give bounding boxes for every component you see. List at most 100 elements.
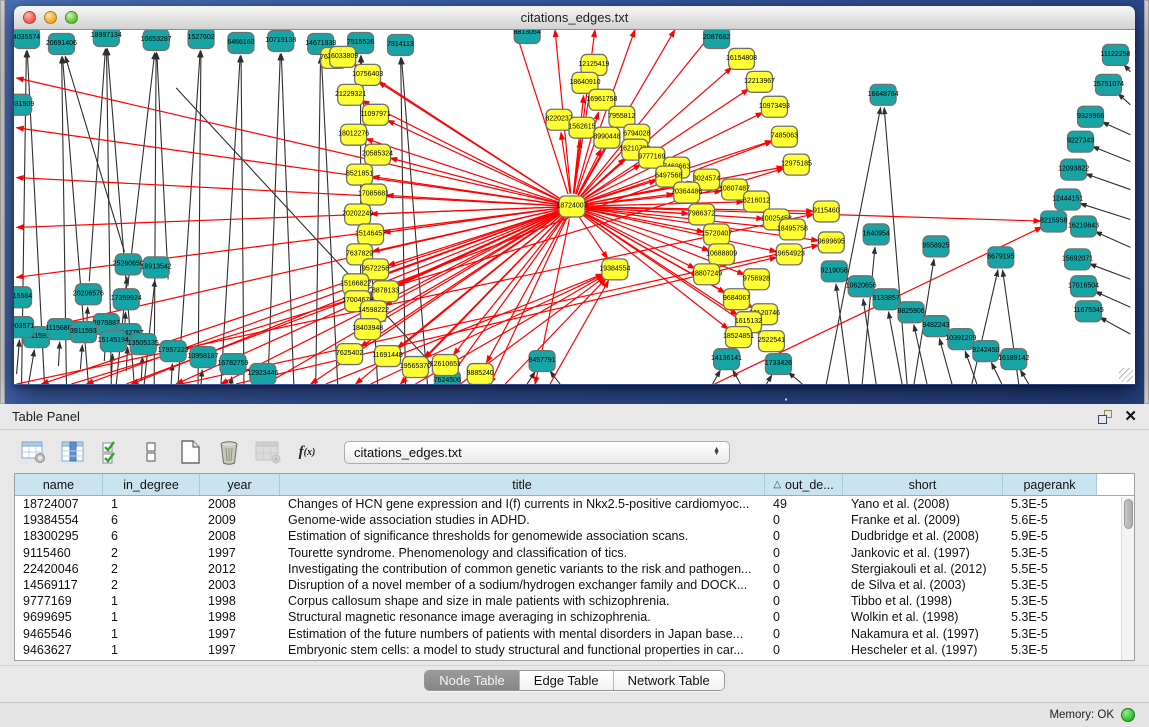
network-node[interactable]: 12975185 bbox=[781, 154, 812, 175]
table-cell[interactable]: 5.3E-5 bbox=[1003, 593, 1097, 609]
network-node[interactable]: 18524851 bbox=[723, 327, 754, 348]
select-all-icon[interactable] bbox=[98, 439, 126, 465]
network-node[interactable]: 12093822 bbox=[1058, 159, 1089, 180]
network-node[interactable]: 17085681 bbox=[358, 184, 389, 205]
network-node[interactable]: 5903571 bbox=[14, 317, 34, 338]
network-node[interactable]: 16648784 bbox=[868, 84, 899, 105]
table-cell[interactable]: 1998 bbox=[200, 609, 280, 625]
table-selector-dropdown[interactable]: citations_edges.txt ▲▼ bbox=[344, 441, 730, 464]
table-cell[interactable]: 1 bbox=[103, 609, 200, 625]
column-header-in_degree[interactable]: in_degree bbox=[103, 474, 200, 495]
table-cell[interactable]: Yano et al. (2008) bbox=[843, 496, 1003, 512]
network-node[interactable]: 3915584 bbox=[14, 287, 32, 308]
network-edge[interactable] bbox=[89, 49, 105, 281]
table-cell[interactable]: 5.3E-5 bbox=[1003, 577, 1097, 593]
network-node[interactable]: 6466160 bbox=[227, 32, 254, 53]
table-cell[interactable]: Stergiakouli et al. (2012) bbox=[843, 561, 1003, 577]
network-node[interactable]: 15692071 bbox=[1062, 249, 1093, 270]
table-cell[interactable]: 0 bbox=[765, 512, 843, 528]
table-cell[interactable]: 5.3E-5 bbox=[1003, 626, 1097, 642]
tab-node-table[interactable]: Node Table bbox=[425, 671, 520, 690]
network-edge[interactable] bbox=[991, 363, 1001, 384]
column-header-title[interactable]: title bbox=[280, 474, 765, 495]
table-cell[interactable]: Disruption of a novel member of a sodium… bbox=[280, 577, 765, 593]
network-node[interactable]: 17016504 bbox=[1068, 276, 1099, 297]
network-edge[interactable] bbox=[1100, 317, 1131, 334]
table-row[interactable]: 1938455462009Genome-wide association stu… bbox=[15, 512, 1134, 528]
table-cell[interactable]: 18724007 bbox=[15, 496, 103, 512]
network-node[interactable]: 9242450 bbox=[972, 341, 999, 362]
network-node[interactable]: 26031509 bbox=[14, 94, 34, 115]
network-edge[interactable] bbox=[29, 350, 35, 384]
network-node[interactable]: 20691406 bbox=[46, 33, 77, 54]
network-edge[interactable] bbox=[17, 340, 20, 374]
table-cell[interactable]: 0 bbox=[765, 609, 843, 625]
table-cell[interactable]: 19384554 bbox=[15, 512, 103, 528]
split-pane-divider-handle[interactable]: ▪ bbox=[780, 396, 792, 404]
table-cell[interactable]: Corpus callosum shape and size in male p… bbox=[280, 593, 765, 609]
network-node[interactable]: 20364486 bbox=[671, 182, 702, 203]
network-edge[interactable] bbox=[585, 209, 704, 232]
network-node[interactable]: 15145194 bbox=[98, 331, 129, 352]
network-node[interactable]: 2087682 bbox=[703, 30, 730, 48]
table-cell[interactable]: Changes of HCN gene expression and I(f) … bbox=[280, 496, 765, 512]
network-canvas-svg[interactable]: 4035574206914061899713410653287152760264… bbox=[14, 30, 1133, 384]
network-node[interactable]: 7625402 bbox=[336, 344, 363, 365]
table-cell[interactable]: 18300295 bbox=[15, 528, 103, 544]
table-cell[interactable]: 0 bbox=[765, 545, 843, 561]
table-scrollbar[interactable] bbox=[1121, 497, 1134, 660]
network-node[interactable]: 3911593 bbox=[70, 322, 97, 343]
table-cell[interactable]: Dudbridge et al. (2008) bbox=[843, 528, 1003, 544]
network-node[interactable]: 11675345 bbox=[1073, 301, 1104, 322]
network-node[interactable]: 19565370 bbox=[400, 357, 431, 378]
table-cell[interactable]: 9463627 bbox=[15, 642, 103, 658]
network-node[interactable]: 1640954 bbox=[863, 224, 890, 245]
network-node[interactable]: 10688809 bbox=[706, 244, 737, 265]
network-node[interactable]: 12213967 bbox=[744, 71, 775, 92]
network-node[interactable]: 15720407 bbox=[701, 224, 732, 245]
table-row[interactable]: 911546021997Tourette syndrome. Phenomeno… bbox=[15, 545, 1134, 561]
network-node[interactable]: 7814113 bbox=[387, 34, 414, 55]
network-node[interactable]: 9885240 bbox=[467, 364, 494, 384]
network-edge[interactable] bbox=[1086, 174, 1131, 190]
table-cell[interactable]: 2008 bbox=[200, 528, 280, 544]
network-node[interactable]: 8521851 bbox=[346, 164, 373, 185]
network-node[interactable]: 10719138 bbox=[265, 30, 296, 51]
network-node[interactable]: 10958187 bbox=[188, 347, 219, 368]
network-canvas[interactable]: 4035574206914061899713410653287152760264… bbox=[14, 30, 1135, 384]
table-cell[interactable]: 2003 bbox=[200, 577, 280, 593]
network-node[interactable]: 9219058 bbox=[821, 261, 848, 282]
network-node[interactable]: 9482243 bbox=[922, 316, 949, 337]
table-cell[interactable]: 2008 bbox=[200, 496, 280, 512]
network-node[interactable]: 10620656 bbox=[846, 276, 877, 297]
table-settings-icon[interactable] bbox=[20, 439, 48, 465]
table-cell[interactable]: 9699695 bbox=[15, 609, 103, 625]
network-node[interactable]: 9699695 bbox=[818, 232, 845, 253]
table-cell[interactable]: 1 bbox=[103, 496, 200, 512]
network-edge[interactable] bbox=[268, 54, 280, 384]
network-node[interactable]: 16210643 bbox=[1068, 216, 1099, 237]
network-node[interactable]: 9227343 bbox=[1067, 131, 1094, 152]
network-edge[interactable] bbox=[788, 372, 802, 384]
table-cell[interactable]: 6 bbox=[103, 528, 200, 544]
table-row[interactable]: 946554611997Estimation of the future num… bbox=[15, 626, 1134, 642]
table-cell[interactable]: 0 bbox=[765, 528, 843, 544]
network-edge[interactable] bbox=[390, 158, 559, 203]
network-edge[interactable] bbox=[80, 345, 82, 369]
table-cell[interactable]: Tourette syndrome. Phenomenology and cla… bbox=[280, 545, 765, 561]
network-edge[interactable] bbox=[58, 342, 59, 366]
table-cell[interactable]: Genome-wide association studies in ADHD. bbox=[280, 512, 765, 528]
table-cell[interactable]: de Silva et al. (2003) bbox=[843, 577, 1003, 593]
network-node[interactable]: 16033809 bbox=[327, 46, 358, 67]
table-cell[interactable]: 2 bbox=[103, 545, 200, 561]
table-scrollbar-thumb[interactable] bbox=[1124, 499, 1133, 529]
table-cell[interactable]: 0 bbox=[765, 642, 843, 658]
table-row[interactable]: 1456911722003Disruption of a novel membe… bbox=[15, 577, 1134, 593]
network-node[interactable]: 6216012 bbox=[743, 191, 770, 212]
table-cell[interactable]: 2 bbox=[103, 577, 200, 593]
table-cell[interactable]: 22420046 bbox=[15, 561, 103, 577]
network-node[interactable]: 9457791 bbox=[529, 351, 556, 372]
table-cell[interactable]: 2012 bbox=[200, 561, 280, 577]
table-cell[interactable]: 0 bbox=[765, 626, 843, 642]
network-node[interactable]: 20206576 bbox=[73, 284, 104, 305]
